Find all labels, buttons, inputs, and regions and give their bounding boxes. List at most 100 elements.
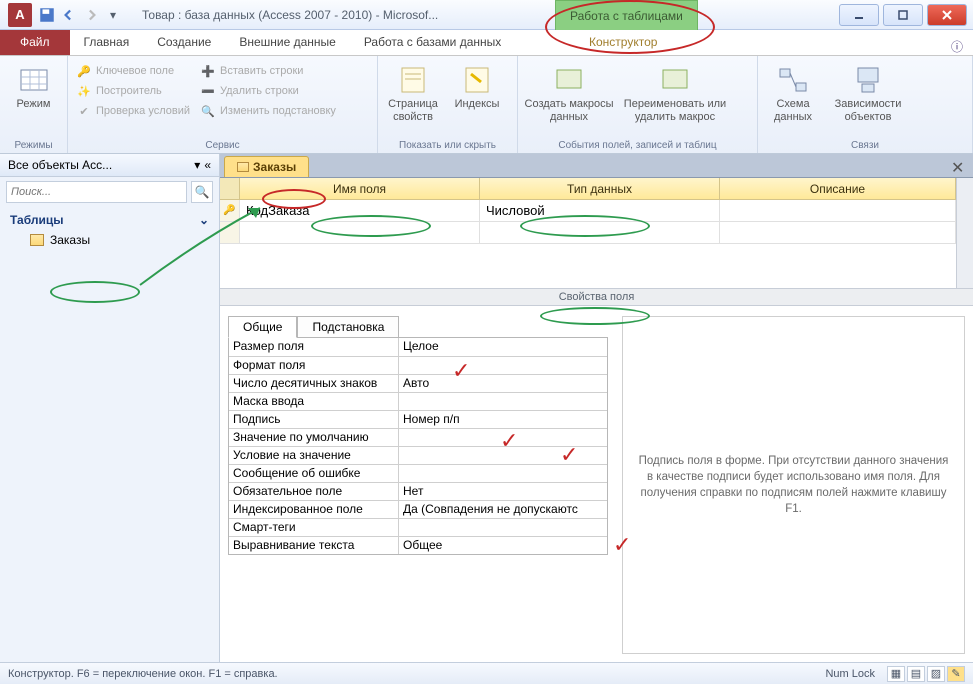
numlock-indicator: Num Lock [825, 668, 875, 680]
view-pivot-icon[interactable]: ▤ [907, 666, 925, 682]
column-data-type[interactable]: Тип данных [480, 178, 720, 199]
primary-key-button[interactable]: 🔑Ключевое поле [74, 62, 192, 80]
create-data-macros-button[interactable]: Создать макросы данных [524, 60, 614, 123]
property-label: Размер поля [229, 338, 399, 356]
insert-rows-button[interactable]: ➕Вставить строки [198, 62, 338, 80]
design-row[interactable]: 🔑 КодЗаказа Числовой [220, 200, 956, 222]
view-design-icon[interactable]: ✎ [947, 666, 965, 682]
vertical-scrollbar[interactable] [956, 178, 973, 288]
key-icon: 🔑 [76, 63, 92, 79]
tab-home[interactable]: Главная [70, 29, 144, 55]
property-row[interactable]: Сообщение об ошибке [229, 464, 607, 482]
description-cell[interactable] [720, 200, 956, 221]
delete-rows-label: Удалить строки [220, 85, 299, 97]
relationships-label: Схема данных [764, 98, 822, 123]
status-bar: Конструктор. F6 = переключение окон. F1 … [0, 662, 973, 684]
group-showhide-label: Показать или скрыть [384, 140, 511, 153]
property-row[interactable]: Формат поля [229, 356, 607, 374]
property-value[interactable] [399, 447, 607, 464]
collapse-section-icon[interactable]: ⌄ [199, 213, 209, 227]
field-name-cell[interactable]: КодЗаказа [240, 200, 480, 221]
tab-external-data[interactable]: Внешние данные [225, 29, 350, 55]
properties-tab-lookup[interactable]: Подстановка [297, 316, 399, 338]
property-value[interactable]: Общее [399, 537, 607, 554]
data-type-cell[interactable]: Числовой [480, 200, 720, 221]
nav-section-label: Таблицы [10, 213, 63, 227]
view-datasheet-icon[interactable]: ▦ [887, 666, 905, 682]
property-value[interactable] [399, 519, 607, 536]
property-value[interactable] [399, 429, 607, 446]
chevron-down-icon[interactable]: ▾ [194, 158, 200, 172]
tab-create[interactable]: Создание [143, 29, 225, 55]
modify-lookup-button[interactable]: 🔍Изменить подстановку [198, 102, 338, 120]
view-button[interactable]: Режим [6, 60, 61, 111]
document-area: Заказы ✕ Имя поля Тип данных Описание 🔑 … [220, 154, 973, 662]
relationships-button[interactable]: Схема данных [764, 60, 822, 123]
property-value[interactable]: Авто [399, 375, 607, 392]
maximize-button[interactable] [883, 4, 923, 26]
indexes-button[interactable]: Индексы [448, 60, 506, 111]
tab-database-tools[interactable]: Работа с базами данных [350, 29, 515, 55]
property-value[interactable] [399, 465, 607, 482]
primary-key-icon: 🔑 [223, 205, 235, 216]
object-deps-button[interactable]: Зависимости объектов [828, 60, 908, 123]
save-icon[interactable] [38, 6, 56, 24]
property-row[interactable]: Размер поляЦелое [229, 338, 607, 356]
properties-tab-general[interactable]: Общие [228, 316, 297, 338]
document-tab-orders[interactable]: Заказы [224, 156, 309, 177]
property-row[interactable]: Смарт-теги [229, 518, 607, 536]
property-value[interactable]: Нет [399, 483, 607, 500]
property-value[interactable]: Номер п/п [399, 411, 607, 428]
search-input[interactable] [6, 181, 187, 203]
help-icon[interactable]: ⓘ [951, 38, 963, 55]
deps-label: Зависимости объектов [828, 98, 908, 123]
nav-table-orders[interactable]: Заказы [0, 229, 219, 251]
minimize-button[interactable] [839, 4, 879, 26]
redo-icon[interactable] [82, 6, 100, 24]
field-properties-header: Свойства поля [220, 288, 973, 306]
property-row[interactable]: Выравнивание текстаОбщее [229, 536, 607, 554]
file-tab[interactable]: Файл [0, 29, 70, 55]
test-rules-button[interactable]: ✔Проверка условий [74, 102, 192, 120]
undo-icon[interactable] [60, 6, 78, 24]
property-row[interactable]: Индексированное полеДа (Совпадения не до… [229, 500, 607, 518]
property-row[interactable]: ПодписьНомер п/п [229, 410, 607, 428]
row-selector[interactable]: 🔑 [220, 200, 240, 221]
design-row-empty[interactable] [220, 222, 956, 244]
property-value[interactable]: Целое [399, 338, 607, 356]
property-row[interactable]: Число десятичных знаковАвто [229, 374, 607, 392]
property-row[interactable]: Обязательное полеНет [229, 482, 607, 500]
property-value[interactable] [399, 357, 607, 374]
rename-macro-icon [659, 64, 691, 96]
qat-dropdown-icon[interactable]: ▾ [104, 6, 122, 24]
delete-rows-button[interactable]: ➖Удалить строки [198, 82, 338, 100]
tab-design[interactable]: Конструктор [575, 29, 671, 55]
view-chart-icon[interactable]: ▨ [927, 666, 945, 682]
property-sheet-button[interactable]: Страница свойств [384, 60, 442, 123]
collapse-pane-icon[interactable]: « [204, 158, 211, 172]
property-value[interactable] [399, 393, 607, 410]
insert-rows-label: Вставить строки [220, 65, 303, 77]
builder-button[interactable]: ✨Построитель [74, 82, 192, 100]
ribbon: Режим Режимы 🔑Ключевое поле ✨Построитель… [0, 56, 973, 154]
property-row[interactable]: Маска ввода [229, 392, 607, 410]
column-description[interactable]: Описание [720, 178, 956, 199]
property-label: Подпись [229, 411, 399, 428]
table-design-grid: Имя поля Тип данных Описание 🔑 КодЗаказа… [220, 178, 956, 288]
close-document-icon[interactable]: ✕ [951, 158, 967, 174]
property-value[interactable]: Да (Совпадения не допускаютс [399, 501, 607, 518]
property-label: Маска ввода [229, 393, 399, 410]
property-row[interactable]: Условие на значение [229, 446, 607, 464]
deps-icon [852, 64, 884, 96]
property-row[interactable]: Значение по умолчанию [229, 428, 607, 446]
column-field-name[interactable]: Имя поля [240, 178, 480, 199]
search-icon[interactable]: 🔍 [191, 181, 213, 203]
close-button[interactable] [927, 4, 967, 26]
property-sheet-icon [397, 64, 429, 96]
rename-delete-macro-button[interactable]: Переименовать или удалить макрос [620, 60, 730, 123]
nav-section-tables[interactable]: Таблицы ⌄ [0, 211, 219, 229]
nav-header[interactable]: Все объекты Acc... ▾ « [0, 154, 219, 177]
datasheet-icon [18, 64, 50, 96]
property-label: Сообщение об ошибке [229, 465, 399, 482]
relationships-icon [777, 64, 809, 96]
